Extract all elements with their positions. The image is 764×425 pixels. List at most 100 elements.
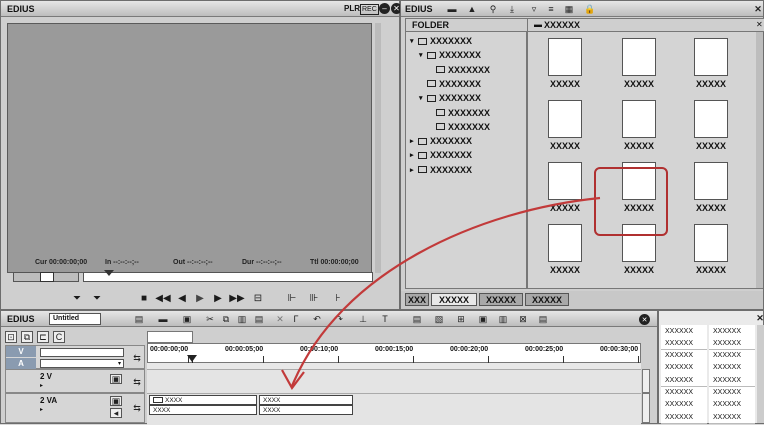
folder-item[interactable]: ▸ XXXXXXX — [406, 163, 472, 177]
folder-item[interactable]: XXXXXXX — [406, 120, 490, 134]
link-icon[interactable]: ⊏ — [37, 331, 49, 343]
folder-item[interactable]: XXXXXXX — [406, 106, 490, 120]
stop-icon[interactable]: ■ — [137, 291, 151, 305]
add-clip-icon[interactable]: ⤓ — [505, 4, 519, 14]
clip-pane-close-icon[interactable]: ✕ — [756, 20, 763, 29]
shuttle-slider[interactable] — [13, 272, 79, 282]
bin-tab[interactable]: XXXXX — [525, 293, 569, 306]
track-header-2va[interactable]: 2 VA ▸ ▣ ◂ ⇆ — [5, 393, 145, 423]
track-2v-monitor-icon[interactable]: ▣ — [110, 374, 122, 384]
bin-tab[interactable]: XXXXX — [431, 293, 477, 306]
track-2va-audio-icon[interactable]: ◂ — [110, 408, 122, 418]
timecode-ruler[interactable]: 00:00:00;00 00:00:05;00 00:00:10;00 00:00:1… — [147, 343, 641, 363]
position-marker[interactable] — [104, 270, 114, 276]
clip-thumbnail[interactable] — [694, 100, 728, 138]
lock-icon[interactable]: 🔒 — [584, 4, 595, 14]
expand-toggle-icon[interactable]: ▸ — [410, 151, 418, 159]
timeline-scrollbar-2v[interactable] — [642, 369, 650, 393]
clip-thumbnail[interactable] — [694, 162, 728, 200]
mode-icon[interactable]: ▤ — [133, 314, 145, 324]
mark-out-icon[interactable]: ⏷ — [89, 291, 105, 305]
track-lane-2v[interactable] — [147, 369, 641, 393]
clip-thumbnail[interactable] — [548, 224, 582, 262]
search-icon[interactable]: ⚲ — [487, 4, 499, 14]
track-2va-patch-icon[interactable]: ⇆ — [130, 402, 144, 414]
timeline-clip-2-video[interactable]: XXXX — [259, 395, 353, 405]
folder-item[interactable]: ▾ XXXXXXX — [406, 91, 481, 105]
ripple-icon[interactable]: Γ — [291, 314, 301, 324]
sequence-name[interactable]: Untitled — [49, 313, 101, 325]
snap-icon[interactable]: C — [53, 331, 65, 343]
clip-thumbnail[interactable] — [694, 224, 728, 262]
clip-thumbnail[interactable] — [622, 38, 656, 76]
cut-icon[interactable]: ✂ — [205, 314, 215, 324]
expand-icon-2va[interactable]: ▸ — [40, 406, 43, 413]
expand-toggle-icon[interactable]: ▾ — [419, 51, 427, 59]
folder-item[interactable]: ▸ XXXXXXX — [406, 134, 472, 148]
timeline-clip-1-video[interactable]: XXXX — [149, 395, 257, 405]
position-slider[interactable] — [83, 270, 373, 282]
folder-item[interactable]: ▾ XXXXXXX — [406, 48, 481, 62]
folder-icon[interactable]: ▬ — [447, 4, 457, 14]
clip-thumbnail[interactable] — [694, 38, 728, 76]
rec-label[interactable]: REC — [360, 4, 379, 15]
render-icon[interactable]: ▤ — [411, 314, 423, 324]
player-scroll-track[interactable] — [375, 23, 381, 273]
copy-icon[interactable]: ⧉ — [221, 314, 231, 324]
insert-icon[interactable]: ⊩ — [285, 291, 299, 305]
timeline-scrollbar-2va[interactable] — [642, 393, 650, 423]
list-view-icon[interactable]: ≡ — [546, 4, 556, 14]
minimize-icon[interactable]: – — [379, 3, 390, 14]
open-icon[interactable]: ▬ — [157, 314, 169, 324]
redo-icon[interactable]: ↷ — [333, 314, 345, 324]
mark-in-icon[interactable]: ⏷ — [69, 291, 85, 305]
track-tool-icon[interactable]: ⊡ — [5, 331, 17, 343]
up-icon[interactable]: ▲ — [467, 4, 477, 14]
expand-toggle-icon[interactable]: ▸ — [410, 137, 418, 145]
folder-item[interactable]: XXXXXXX — [406, 77, 481, 91]
thumbnail-view-icon[interactable]: ▦ — [563, 4, 575, 14]
track-header-v[interactable]: V A ▾ ⇆ — [5, 345, 145, 369]
save-icon[interactable]: ▣ — [181, 314, 193, 324]
delete-icon[interactable]: ✕ — [275, 314, 285, 324]
replace-icon[interactable]: ▤ — [253, 314, 265, 324]
clip-thumbnail[interactable] — [548, 100, 582, 138]
timeline-clip-1-audio[interactable]: XXXX — [149, 405, 257, 415]
clip-thumbnail[interactable] — [622, 100, 656, 138]
track-channel-dropdown[interactable]: ▾ — [40, 359, 124, 368]
patch-arrow-icon[interactable]: ⇆ — [130, 352, 144, 364]
track-channel-select[interactable] — [40, 348, 124, 357]
title-icon[interactable]: T — [379, 314, 391, 324]
folder-item[interactable]: ▸ XXXXXXX — [406, 148, 472, 162]
monitor-icon[interactable]: ▣ — [477, 314, 489, 324]
playhead-marker[interactable] — [187, 355, 197, 362]
marker-icon[interactable]: ⊥ — [357, 314, 369, 324]
bin-tab[interactable]: XXXXX — [479, 293, 523, 306]
overwrite-icon[interactable]: ⊪ — [307, 291, 321, 305]
settings-icon[interactable]: ▤ — [537, 314, 549, 324]
filter-icon[interactable]: ▿ — [529, 4, 539, 14]
expand-toggle-icon[interactable]: ▾ — [419, 94, 427, 102]
rewind-icon[interactable]: ◀◀ — [155, 291, 171, 305]
expand-toggle-icon[interactable]: ▾ — [410, 37, 418, 45]
export-icon[interactable]: ⊠ — [517, 314, 529, 324]
bin-close-icon[interactable]: ✕ — [753, 4, 763, 14]
split-icon[interactable]: ▧ — [433, 314, 445, 324]
info-scrollbar[interactable] — [757, 325, 764, 423]
expand-icon[interactable]: ▸ — [40, 382, 43, 389]
step-forward-icon[interactable]: ▶ — [211, 291, 225, 305]
expand-toggle-icon[interactable]: ▸ — [410, 166, 418, 174]
folder-item[interactable]: XXXXXXX — [406, 63, 490, 77]
step-back-icon[interactable]: ◀ — [175, 291, 189, 305]
shuttle-thumb[interactable] — [40, 272, 54, 282]
clip-thumbnail[interactable] — [548, 38, 582, 76]
track-2va-video-icon[interactable]: ▣ — [110, 396, 122, 406]
bin-tab[interactable]: XXX — [405, 293, 429, 306]
timeline-close-icon[interactable]: ✕ — [639, 314, 650, 325]
sync-icon[interactable]: ▥ — [497, 314, 509, 324]
fast-forward-icon[interactable]: ▶▶ — [229, 291, 245, 305]
effect-icon[interactable]: ⊞ — [455, 314, 467, 324]
undo-icon[interactable]: ↶ — [311, 314, 323, 324]
clip-scrollbar[interactable] — [756, 32, 763, 288]
info-close-icon[interactable]: ✕ — [755, 313, 764, 323]
